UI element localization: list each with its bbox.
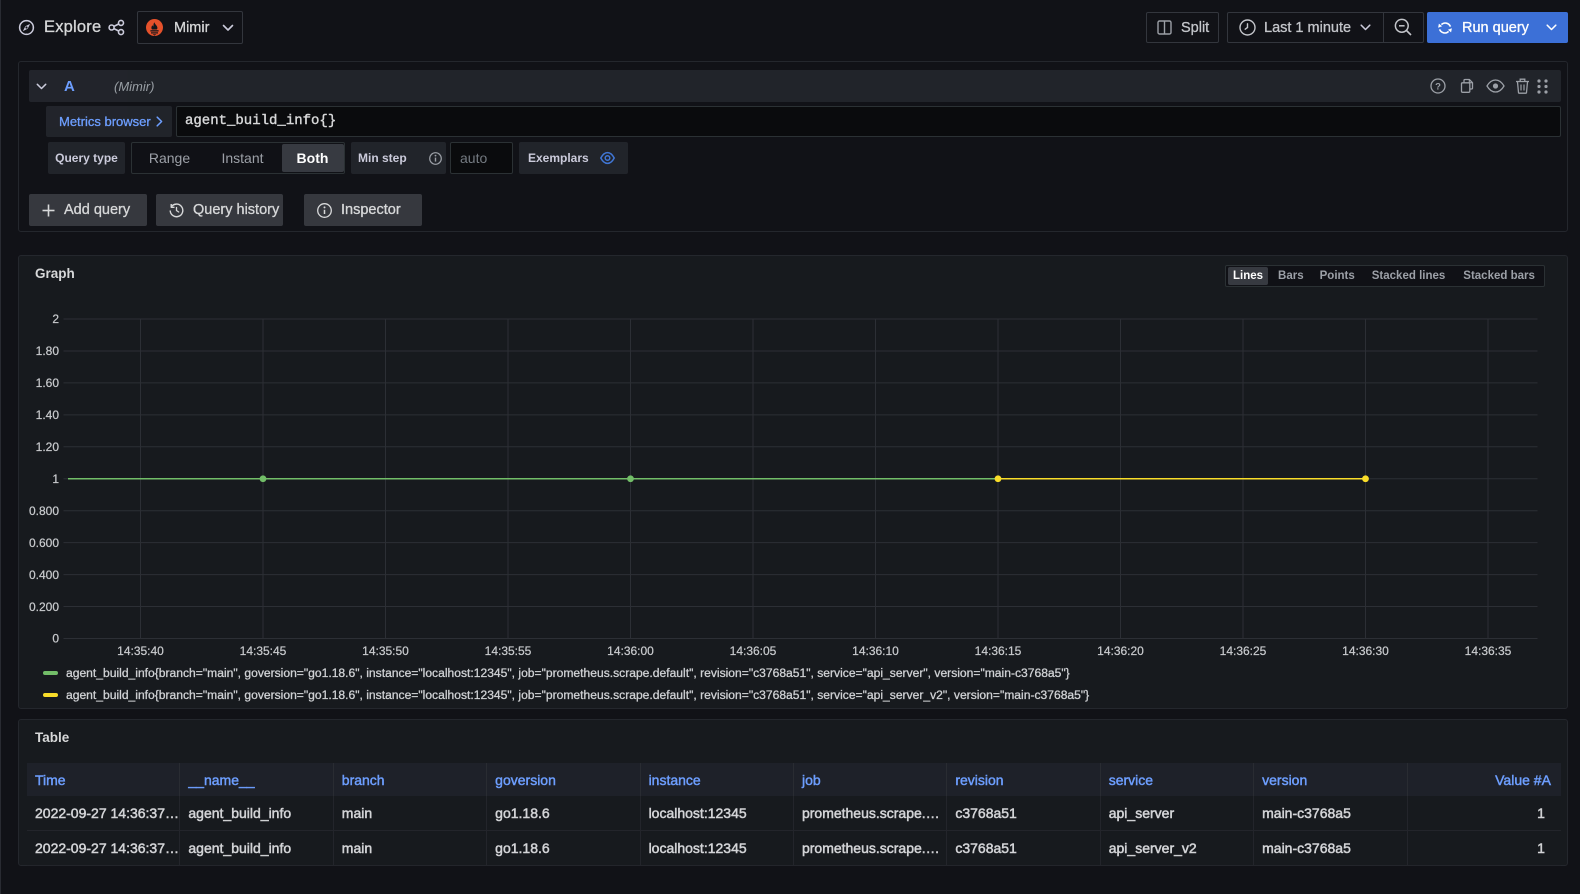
svg-text:1.40: 1.40	[36, 408, 60, 422]
svg-text:14:35:55: 14:35:55	[485, 644, 532, 658]
svg-text:1.20: 1.20	[36, 440, 60, 454]
svg-text:?: ?	[1435, 81, 1441, 92]
svg-text:14:36:00: 14:36:00	[607, 644, 654, 658]
svg-text:0.600: 0.600	[29, 536, 59, 550]
svg-text:0.200: 0.200	[29, 600, 59, 614]
svg-text:0: 0	[52, 632, 59, 646]
svg-text:14:35:45: 14:35:45	[240, 644, 287, 658]
svg-text:1.60: 1.60	[36, 376, 60, 390]
svg-text:14:36:10: 14:36:10	[852, 644, 899, 658]
svg-text:2: 2	[52, 312, 59, 326]
svg-text:0.800: 0.800	[29, 504, 59, 518]
svg-text:14:36:15: 14:36:15	[975, 644, 1022, 658]
svg-text:0.400: 0.400	[29, 568, 59, 582]
svg-text:14:35:40: 14:35:40	[117, 644, 164, 658]
svg-text:14:36:30: 14:36:30	[1342, 644, 1389, 658]
svg-text:14:36:25: 14:36:25	[1220, 644, 1267, 658]
svg-text:1: 1	[52, 472, 59, 486]
svg-text:14:36:35: 14:36:35	[1465, 644, 1512, 658]
svg-text:14:36:20: 14:36:20	[1097, 644, 1144, 658]
svg-text:1.80: 1.80	[36, 344, 60, 358]
svg-text:14:35:50: 14:35:50	[362, 644, 409, 658]
svg-text:14:36:05: 14:36:05	[730, 644, 777, 658]
